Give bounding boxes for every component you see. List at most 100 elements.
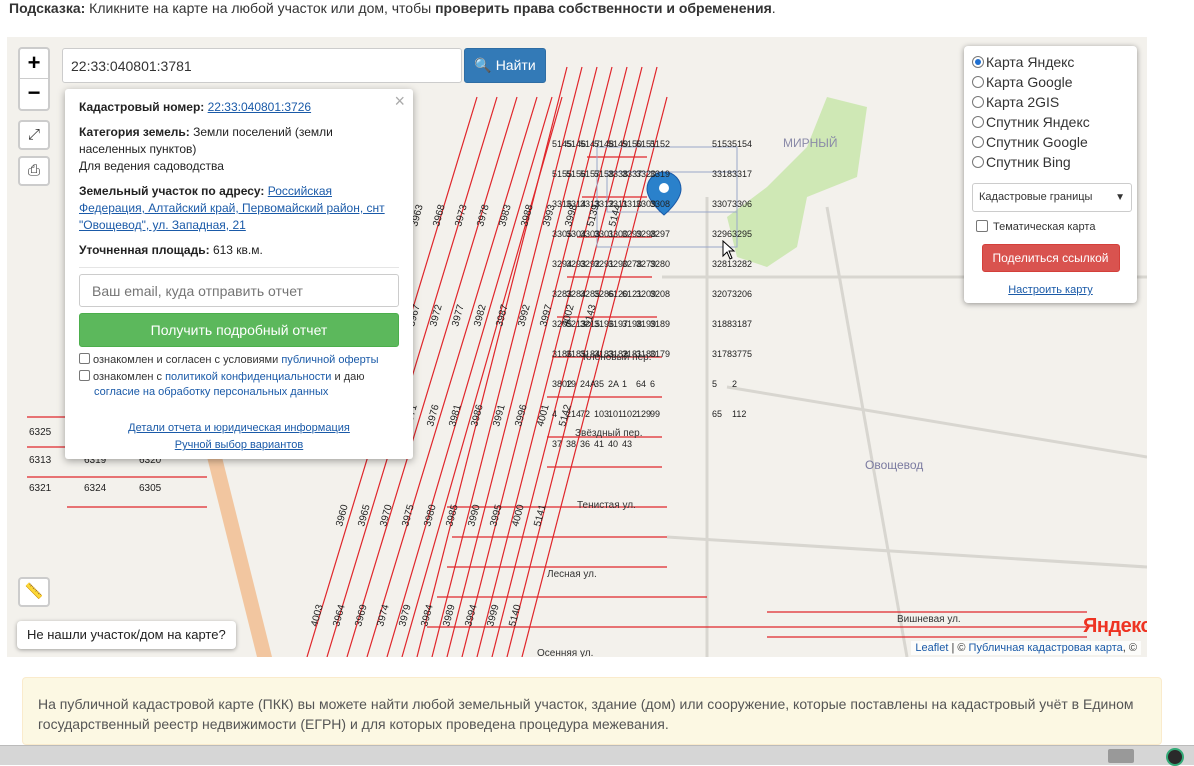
- parcel-label: 65: [712, 409, 722, 419]
- parcel-label: 3984: [419, 603, 435, 628]
- parcel-label: 3999: [485, 603, 501, 628]
- taskbar: [0, 745, 1194, 766]
- fullscreen-button[interactable]: ⤢: [18, 120, 50, 150]
- cadastral-number-link[interactable]: 22:33:040801:3726: [208, 100, 311, 114]
- parcel-label: 3972: [428, 303, 444, 328]
- layer-option-2gis-map[interactable]: Карта 2GIS: [972, 93, 1129, 113]
- parcel-label: 40: [608, 439, 618, 449]
- agree-privacy-mid: и даю: [331, 371, 365, 383]
- radio-google-map[interactable]: [972, 76, 984, 88]
- parcel-label: 3994: [463, 603, 479, 628]
- land-category-label: Категория земель:: [79, 125, 190, 139]
- parcel-label: 3318: [712, 169, 732, 179]
- parcel-label: 3317: [732, 169, 752, 179]
- not-found-button[interactable]: Не нашли участок/дом на карте?: [17, 621, 236, 649]
- overlay-select[interactable]: Кадастровые границы ▼: [972, 183, 1132, 212]
- close-icon[interactable]: ×: [394, 92, 405, 110]
- cadastral-number-row: Кадастровый номер: 22:33:040801:3726: [79, 99, 399, 116]
- manual-selection-link[interactable]: Ручной выбор вариантов: [175, 439, 303, 451]
- attribution-sep: | ©: [948, 642, 969, 654]
- print-button[interactable]: ⎙: [18, 156, 50, 186]
- place-label-ovoshchevod: Овощевод: [865, 458, 923, 472]
- setup-map-link[interactable]: Настроить карту: [1008, 284, 1093, 296]
- parcel-label: 6325: [29, 427, 52, 438]
- street-label-zvezdny: Звёздный пер.: [575, 428, 643, 439]
- public-offer-link[interactable]: публичной оферты: [281, 354, 378, 366]
- street-label-vishnevaya: Вишневая ул.: [897, 614, 961, 625]
- mouse-cursor-icon: [722, 240, 736, 260]
- agree-privacy-text: ознакомлен с: [93, 371, 166, 383]
- share-link-button[interactable]: Поделиться ссылкой: [981, 244, 1120, 272]
- agree-offer-checkbox[interactable]: [79, 353, 90, 364]
- radio-bing-satellite[interactable]: [972, 156, 984, 168]
- parcel-label: 103: [594, 409, 609, 419]
- cadastral-map[interactable]: МИРНЫЙ Овощевод Кленовый пер. Звёздный п…: [7, 37, 1147, 657]
- parcel-label: 3980: [422, 503, 438, 528]
- parcel-label: 3296: [712, 229, 732, 239]
- agree-privacy-checkbox[interactable]: [79, 370, 90, 381]
- area-label: Уточненная площадь:: [79, 243, 210, 257]
- parcel-label: 3985: [444, 503, 460, 528]
- parcel-label: 4003: [309, 603, 325, 628]
- zoom-in-button[interactable]: +: [20, 49, 48, 79]
- agree-privacy-row: ознакомлен с политикой конфиденциальност…: [79, 370, 399, 400]
- parcel-label: 37: [552, 439, 562, 449]
- layer-option-yandex-map[interactable]: Карта Яндекс: [972, 53, 1129, 73]
- overlay-select-value: Кадастровые границы: [979, 191, 1093, 203]
- pkk-link[interactable]: Публичная кадастровая карта: [969, 642, 1123, 654]
- parcel-label: 5154: [732, 139, 752, 149]
- tray-calculator-icon[interactable]: [1108, 749, 1134, 763]
- parcel-label: 3307: [712, 199, 732, 209]
- radio-yandex-satellite[interactable]: [972, 116, 984, 128]
- parcel-label: 3297: [650, 229, 670, 239]
- radio-2gis-map[interactable]: [972, 96, 984, 108]
- street-label-osennyaya: Осенняя ул.: [537, 648, 593, 657]
- parcel-label: 3970: [378, 503, 394, 528]
- parcel-label: 3964: [331, 603, 347, 628]
- parcel-label: 1: [622, 379, 627, 389]
- get-report-button[interactable]: Получить подробный отчет: [79, 313, 399, 347]
- layer-option-google-satellite[interactable]: Спутник Google: [972, 133, 1129, 153]
- email-field[interactable]: [79, 274, 399, 307]
- yandex-logo-text: Яндекс: [1083, 615, 1147, 637]
- radio-google-satellite[interactable]: [972, 136, 984, 148]
- agree-offer-row: ознакомлен и согласен с условиями публич…: [79, 353, 399, 368]
- parcel-label: 3282: [732, 259, 752, 269]
- privacy-policy-link[interactable]: политикой конфиденциальности: [165, 371, 331, 383]
- hint-label: Подсказка:: [9, 0, 86, 16]
- parcel-label: 6313: [29, 455, 52, 466]
- tray-app-icon[interactable]: [1166, 748, 1184, 766]
- parcel-label: 4001: [535, 403, 551, 428]
- fullscreen-icon: ⤢: [27, 126, 40, 143]
- zoom-out-button[interactable]: −: [20, 79, 48, 109]
- parcel-label: 3281: [712, 259, 732, 269]
- leaflet-link[interactable]: Leaflet: [915, 642, 948, 654]
- parcel-label: 3308: [650, 199, 670, 209]
- search-button[interactable]: 🔍 Найти: [464, 48, 546, 83]
- radio-yandex-map[interactable]: [972, 56, 984, 68]
- cadastral-search-input[interactable]: [62, 48, 462, 83]
- personal-data-consent-link[interactable]: согласие на обработку персональных данны…: [94, 386, 328, 398]
- parcel-label: 3983: [497, 203, 513, 228]
- ruler-button[interactable]: 📏: [18, 577, 50, 607]
- hint-bar: Подсказка: Кликните на карте на любой уч…: [6, 0, 776, 16]
- street-label-lesnaya: Лесная ул.: [547, 569, 597, 580]
- cadastral-number-label: Кадастровый номер:: [79, 100, 205, 114]
- layer-option-label: Спутник Яндекс: [986, 114, 1090, 130]
- layer-option-google-map[interactable]: Карта Google: [972, 73, 1129, 93]
- layer-option-bing-satellite[interactable]: Спутник Bing: [972, 153, 1129, 173]
- parcel-popup: × Кадастровый номер: 22:33:040801:3726 К…: [65, 89, 413, 459]
- printer-icon: ⎙: [27, 162, 40, 179]
- parcel-label: 3187: [732, 319, 752, 329]
- zoom-control: + −: [18, 47, 50, 111]
- attribution-tail: , ©: [1122, 642, 1137, 654]
- chevron-down-icon: ▼: [1115, 192, 1125, 203]
- area-value: 613 кв.м.: [212, 243, 263, 257]
- thematic-map-checkbox[interactable]: [976, 220, 988, 232]
- thematic-map-row: Тематическая карта: [972, 220, 1129, 234]
- parcel-label: 3960: [334, 503, 350, 528]
- map-attribution: Leaflet | © Публичная кадастровая карта,…: [911, 641, 1141, 655]
- layer-option-yandex-satellite[interactable]: Спутник Яндекс: [972, 113, 1129, 133]
- report-details-link[interactable]: Детали отчета и юридическая информация: [128, 422, 350, 434]
- address-label: Земельный участок по адресу:: [79, 184, 265, 198]
